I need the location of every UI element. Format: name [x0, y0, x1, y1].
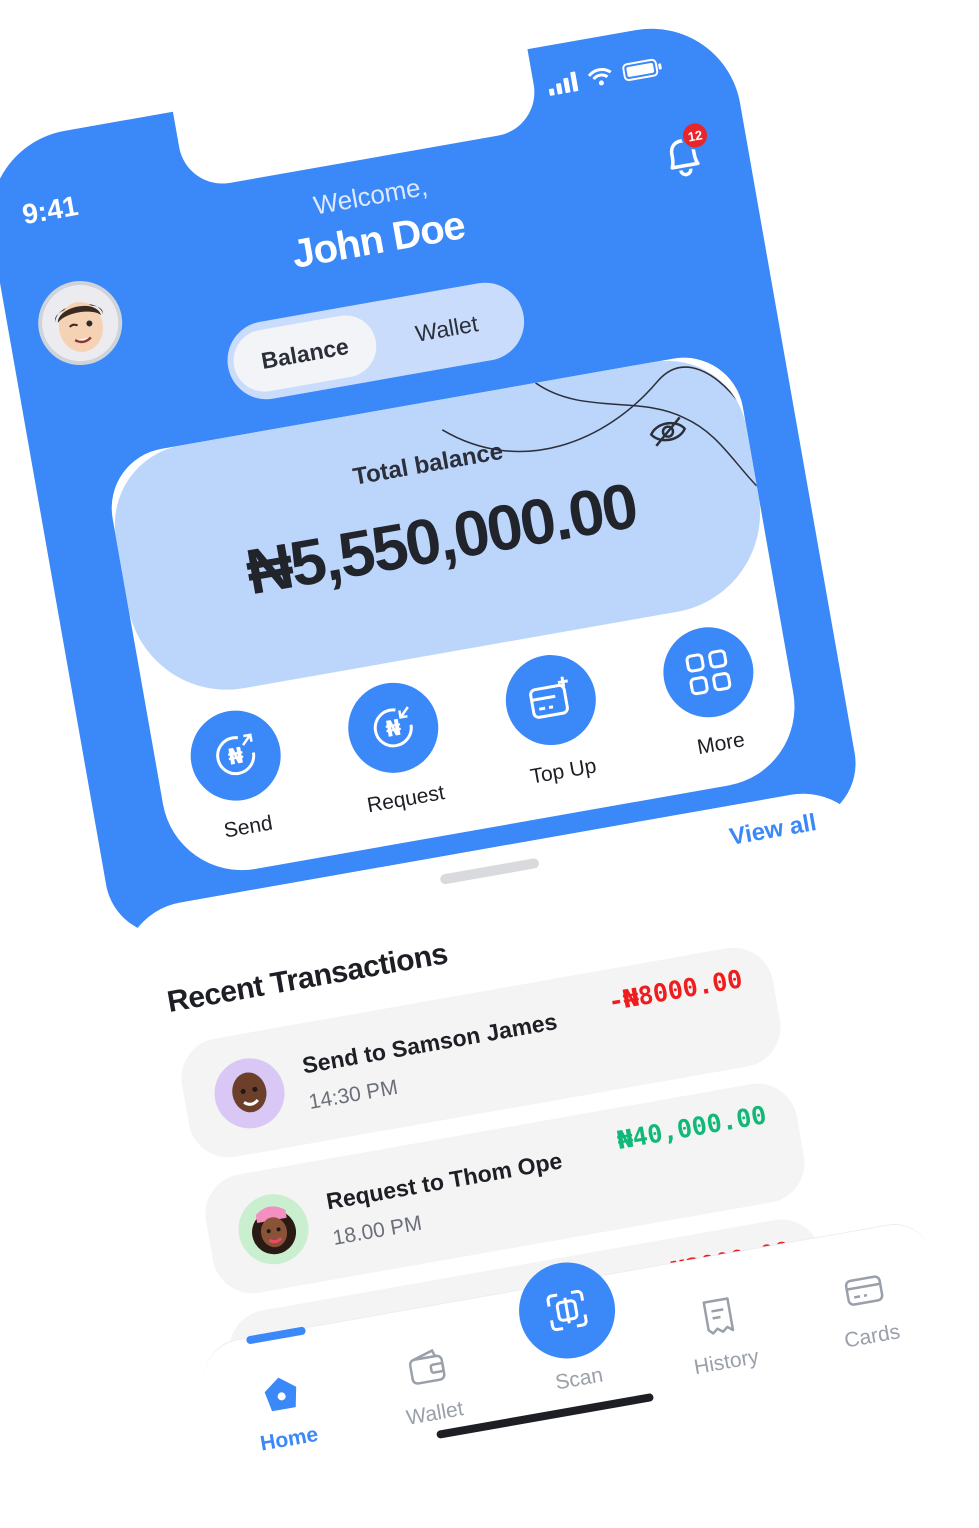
- nav-history[interactable]: History: [661, 1287, 783, 1384]
- memoji-avatar-icon: [252, 1206, 297, 1255]
- receipt-icon: [702, 1297, 735, 1335]
- view-all-link[interactable]: View all: [727, 809, 818, 852]
- send-naira-icon: ₦: [183, 703, 288, 808]
- sheet-drag-handle[interactable]: [439, 857, 540, 885]
- transaction-avatar: [232, 1188, 315, 1270]
- balance-wallet-toggle: Balance Wallet: [221, 276, 531, 406]
- nav-home-label: Home: [258, 1422, 320, 1456]
- card-icon: [844, 1275, 884, 1306]
- scan-icon: [546, 1290, 588, 1332]
- svg-text:₦: ₦: [226, 743, 245, 770]
- nav-home[interactable]: Home: [223, 1364, 345, 1461]
- toggle-balance[interactable]: Balance: [228, 310, 382, 397]
- topup-card-icon: [498, 647, 603, 753]
- phone-screen: 9:41 12 Welcome, John Doe Balance Wallet…: [0, 14, 965, 1506]
- nav-scan-label: Scan: [553, 1363, 605, 1395]
- transaction-avatar: [208, 1052, 291, 1134]
- request-naira-icon: ₦: [341, 675, 446, 780]
- nav-wallet[interactable]: Wallet: [369, 1338, 491, 1435]
- status-icons: [546, 56, 664, 96]
- wallet-icon: [408, 1348, 446, 1385]
- memoji-avatar-icon: [232, 1072, 267, 1113]
- nav-scan[interactable]: Scan: [511, 1254, 635, 1401]
- toggle-wallet[interactable]: Wallet: [370, 285, 523, 371]
- topup-action-button[interactable]: Top Up: [484, 645, 625, 794]
- home-icon: [264, 1377, 297, 1412]
- nav-cards-label: Cards: [842, 1320, 902, 1353]
- grid-icon: [656, 620, 761, 725]
- more-action-button[interactable]: More: [641, 618, 782, 767]
- wifi-icon: [587, 67, 612, 86]
- nav-cards[interactable]: Cards: [806, 1261, 928, 1358]
- send-action-button[interactable]: ₦ Send: [169, 701, 310, 850]
- request-action-button[interactable]: ₦ Request: [326, 673, 467, 822]
- nav-history-label: History: [692, 1345, 761, 1380]
- battery-icon: [622, 58, 662, 82]
- status-time: 9:41: [19, 189, 81, 231]
- signal-icon: [548, 71, 579, 96]
- svg-text:₦: ₦: [384, 716, 403, 743]
